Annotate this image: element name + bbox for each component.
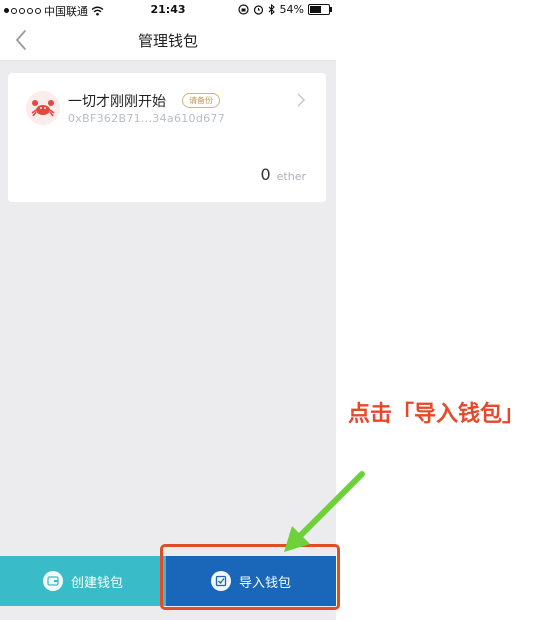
wallet-card[interactable]: 一切才刚刚开始 请备份 0xBF362B71...34a610d677 0 et… <box>8 73 326 202</box>
alarm-icon <box>253 5 263 15</box>
bluetooth-icon <box>268 4 275 15</box>
wallet-balance: 0 ether <box>260 165 306 184</box>
battery-percent: 54% <box>279 3 304 16</box>
annotation-text: 点击「导入钱包」 <box>348 402 525 427</box>
green-arrow-icon <box>284 471 365 552</box>
balance-value: 0 <box>260 165 271 184</box>
rotation-lock-icon <box>237 4 249 15</box>
chevron-right-icon <box>297 93 306 107</box>
backup-badge[interactable]: 请备份 <box>182 93 220 108</box>
page-title: 管理钱包 <box>137 32 198 50</box>
status-bar: 中国联通 21:43 54% <box>0 0 336 20</box>
create-wallet-label: 创建钱包 <box>70 575 123 591</box>
wallet-icon <box>42 571 63 591</box>
battery-icon <box>308 4 332 15</box>
wallet-name: 一切才刚刚开始 <box>68 94 166 110</box>
balance-unit: ether <box>276 170 306 183</box>
nav-bar: 管理钱包 <box>0 20 336 61</box>
status-right: 54% <box>237 3 332 16</box>
crab-icon <box>26 91 60 125</box>
wallet-address: 0xBF362B71...34a610d677 <box>68 112 226 125</box>
create-wallet-button[interactable]: 创建钱包 <box>0 556 166 606</box>
